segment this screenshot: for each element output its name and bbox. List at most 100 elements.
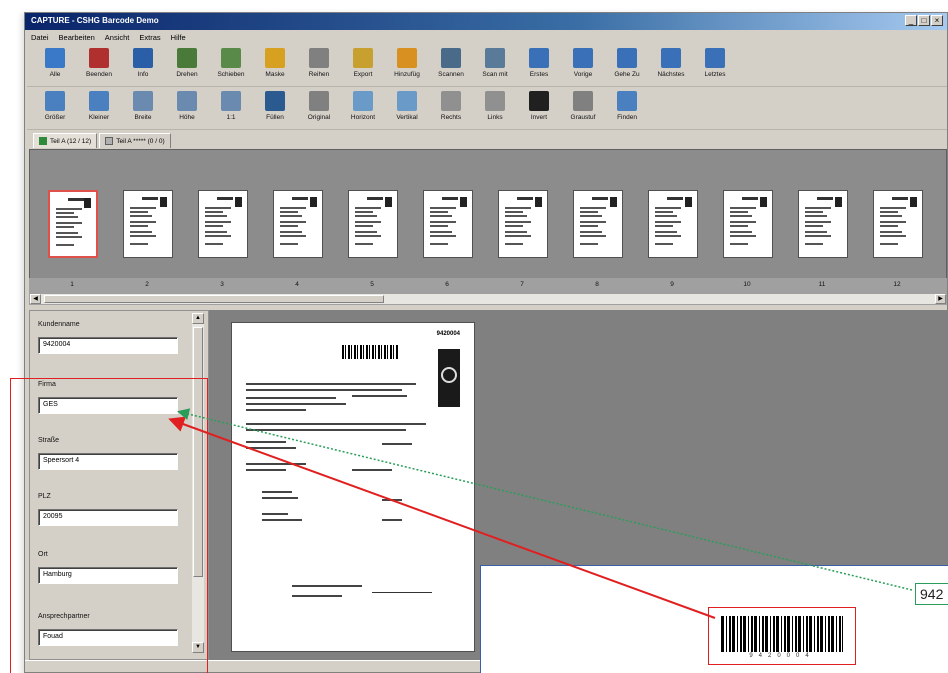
document-text-line (352, 383, 412, 385)
toolbar-button-label: Vorige (573, 71, 593, 78)
toolbar-button-kleiner[interactable]: Kleiner (77, 88, 121, 130)
tab-label: Teil A (12 / 12) (50, 137, 92, 145)
maximize-button[interactable]: □ (918, 15, 930, 26)
invert-icon (529, 91, 549, 111)
menu-bearbeiten[interactable]: Bearbeiten (59, 33, 95, 42)
thumbnail-page-number: 7 (520, 281, 524, 288)
menu-hilfe[interactable]: Hilfe (171, 33, 186, 42)
page-thumbnail[interactable] (348, 190, 398, 258)
toolbar-button-letztes[interactable]: Letztes (693, 45, 737, 87)
toolbar-button-label: Schieben (217, 71, 245, 78)
toolbar-button-label: Export (353, 71, 373, 78)
info-icon (133, 48, 153, 68)
scroll-right-icon[interactable]: ▶ (935, 294, 946, 304)
thumbnail-page-number: 9 (670, 281, 674, 288)
toolbar-button-scannen[interactable]: Scannen (429, 45, 473, 87)
toolbar-button-nächstes[interactable]: Nächstes (649, 45, 693, 87)
page-thumbnail[interactable] (48, 190, 98, 258)
toolbar-button-höhe[interactable]: Höhe (165, 88, 209, 130)
page-thumbnail[interactable] (273, 190, 323, 258)
scan-icon (441, 48, 461, 68)
toolbar-button-drehen[interactable]: Drehen (165, 45, 209, 87)
add-icon (397, 48, 417, 68)
barcode-callout: 9420004 (708, 607, 856, 665)
toolbar-button-füllen[interactable]: Füllen (253, 88, 297, 130)
document-text-line (246, 429, 406, 431)
toolbar-button-maske[interactable]: Maske (253, 45, 297, 87)
toolbar-button-original[interactable]: Original (297, 88, 341, 130)
title-bar[interactable]: CAPTURE - CSHG Barcode Demo _ □ × (25, 13, 947, 30)
fit-width-icon (133, 91, 153, 111)
page-thumbnail[interactable] (198, 190, 248, 258)
toolbar-button-beenden[interactable]: Beenden (77, 45, 121, 87)
scroll-thumb[interactable] (44, 295, 384, 303)
toolbar-button-schieben[interactable]: Schieben (209, 45, 253, 87)
toolbar-button-label: Invert (530, 114, 548, 121)
page-thumbnail[interactable] (423, 190, 473, 258)
document-barcode (342, 345, 398, 359)
toolbar-button-invert[interactable]: Invert (517, 88, 561, 130)
thumbnail-scrollbar[interactable]: ◀ ▶ (29, 293, 947, 305)
page-thumbnail[interactable] (123, 190, 173, 258)
page-thumbnail[interactable] (723, 190, 773, 258)
toolbar-button-label: Breite (134, 114, 152, 121)
toolbar-button-hinzufüg[interactable]: Hinzufüg (385, 45, 429, 87)
thumbnail-page-number: 1 (70, 281, 74, 288)
thumbnail-page-number: 12 (893, 281, 901, 288)
toolbar-button-links[interactable]: Links (473, 88, 517, 130)
toolbar-button-label: Gehe Zu (614, 71, 640, 78)
thumbnail-page-number: 8 (595, 281, 599, 288)
toolbar-button-scan-mit[interactable]: Scan mit (473, 45, 517, 87)
toolbar-button-alle[interactable]: Alle (33, 45, 77, 87)
menu-datei[interactable]: Datei (31, 33, 49, 42)
document-text-line (246, 409, 306, 411)
menu-ansicht[interactable]: Ansicht (105, 33, 130, 42)
page-thumbnail[interactable] (498, 190, 548, 258)
document-text-line (382, 519, 402, 521)
toolbar-button-breite[interactable]: Breite (121, 88, 165, 130)
page-thumbnail[interactable] (648, 190, 698, 258)
toolbar-button-label: Scan mit (482, 71, 508, 78)
page-thumbnail[interactable] (798, 190, 848, 258)
page-thumbnail[interactable] (573, 190, 623, 258)
recognized-value-callout: 942 (915, 583, 948, 605)
document-text-line (246, 423, 426, 425)
thumbnail-page-number: 3 (220, 281, 224, 288)
toolbar-button-finden[interactable]: Finden (605, 88, 649, 130)
document-icon (309, 48, 329, 68)
scroll-left-icon[interactable]: ◀ (30, 294, 41, 304)
next-icon (661, 48, 681, 68)
toolbar-button-label: Größer (44, 114, 66, 121)
exit-icon (89, 48, 109, 68)
document-icon (105, 137, 114, 145)
toolbar-button-horizont[interactable]: Horizont (341, 88, 385, 130)
close-button[interactable]: × (931, 15, 943, 26)
kundenname-field[interactable]: 9420004 (38, 337, 178, 354)
document-text-line (352, 469, 392, 471)
toolbar-button-reihen[interactable]: Reihen (297, 45, 341, 87)
barcode-bars (721, 616, 843, 652)
toolbar-button-info[interactable]: Info (121, 45, 165, 87)
tab-label: Teil A ***** (0 / 0) (116, 137, 165, 145)
tab-teil-a[interactable]: Teil A (12 / 12) (33, 133, 98, 148)
toolbar-button-vertikal[interactable]: Vertikal (385, 88, 429, 130)
toolbar-button-label: Alle (49, 71, 61, 78)
menu-extras[interactable]: Extras (139, 33, 160, 42)
toolbar-button-gehe-zu[interactable]: Gehe Zu (605, 45, 649, 87)
toolbar-button-label: Beenden (85, 71, 113, 78)
toolbar-button-größer[interactable]: Größer (33, 88, 77, 130)
tab-teil-a-alt[interactable]: Teil A ***** (0 / 0) (99, 133, 171, 148)
toolbar-button-graustuf[interactable]: Graustuf (561, 88, 605, 130)
toolbar-button-1-1[interactable]: 1:1 (209, 88, 253, 130)
page-thumbnail[interactable] (873, 190, 923, 258)
thumbnail-page-number: 11 (818, 281, 826, 288)
scroll-up-icon[interactable]: ▲ (192, 313, 204, 324)
document-text-line (292, 585, 362, 587)
toolbar-button-export[interactable]: Export (341, 45, 385, 87)
toolbar-button-vorige[interactable]: Vorige (561, 45, 605, 87)
minimize-button[interactable]: _ (905, 15, 917, 26)
toolbar-button-label: Letztes (704, 71, 726, 78)
green-document-icon (39, 137, 47, 145)
toolbar-button-rechts[interactable]: Rechts (429, 88, 473, 130)
toolbar-button-erstes[interactable]: Erstes (517, 45, 561, 87)
